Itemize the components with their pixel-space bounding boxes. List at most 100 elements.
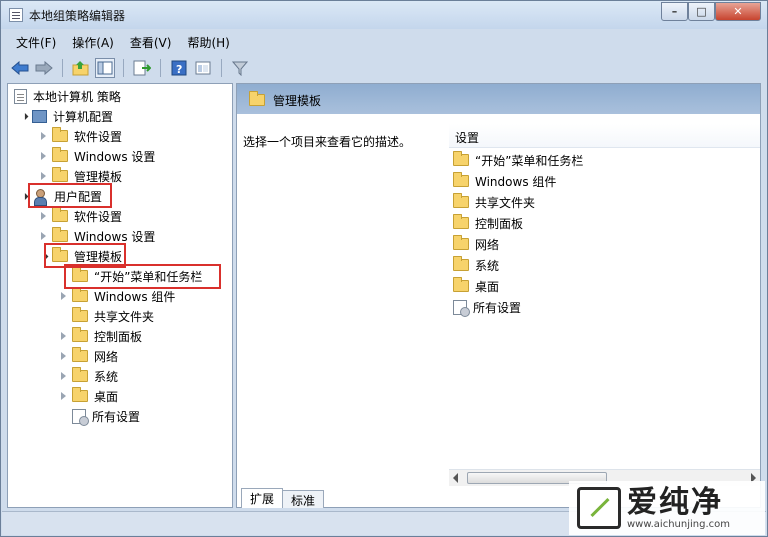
menu-action[interactable]: 操作(A)	[64, 34, 122, 51]
folder-icon	[72, 307, 88, 322]
menu-file[interactable]: 文件(F)	[8, 34, 64, 51]
tree-item-computer-windows-settings[interactable]: Windows 设置	[38, 146, 155, 166]
expand-arrow-icon[interactable]	[58, 331, 68, 341]
toolbar-separator	[160, 59, 161, 77]
description-text: 选择一个项目来查看它的描述。	[243, 135, 412, 149]
tree-item-network[interactable]: 网络	[58, 346, 118, 366]
folder-icon	[52, 227, 68, 242]
tree-item-user-software-settings[interactable]: 软件设置	[38, 206, 122, 226]
window-controls: – □ ✕	[661, 2, 761, 22]
tree-item-control-panel[interactable]: 控制面板	[58, 326, 142, 346]
forward-arrow-icon[interactable]	[34, 58, 54, 78]
close-button[interactable]: ✕	[715, 2, 761, 21]
tree-item-computer-software-settings[interactable]: 软件设置	[38, 126, 122, 146]
folder-icon	[52, 127, 68, 142]
list-item-label: “开始”菜单和任务栏	[475, 153, 584, 168]
folder-icon	[453, 193, 469, 208]
gpedit-app-icon	[9, 8, 23, 22]
title-bar[interactable]: 本地组策略编辑器 – □ ✕	[1, 1, 767, 29]
folder-icon	[453, 235, 469, 250]
menu-view[interactable]: 查看(V)	[122, 34, 180, 51]
maximize-button[interactable]: □	[688, 2, 715, 21]
tree-item-windows-components[interactable]: Windows 组件	[58, 286, 175, 306]
folder-icon	[453, 277, 469, 292]
tree-item-label: 系统	[94, 369, 119, 384]
svg-text:?: ?	[176, 63, 182, 76]
show-extended-view-icon[interactable]	[193, 58, 213, 78]
folder-icon	[52, 207, 68, 222]
scroll-left-icon[interactable]	[453, 473, 458, 483]
folder-icon	[453, 256, 469, 271]
column-header-settings[interactable]: 设置	[449, 124, 760, 148]
folder-icon	[52, 167, 68, 182]
watermark: 爱纯净 www.aichunjing.com	[569, 481, 765, 535]
tree-item-shared-folders[interactable]: 共享文件夹	[58, 306, 154, 326]
up-folder-icon[interactable]	[71, 58, 91, 78]
help-icon[interactable]: ?	[169, 58, 189, 78]
folder-icon	[72, 387, 88, 402]
list-item-start-menu-taskbar[interactable]: “开始”菜单和任务栏	[453, 150, 583, 170]
folder-icon	[453, 172, 469, 187]
tree-item-desktop[interactable]: 桌面	[58, 386, 118, 406]
expand-arrow-icon[interactable]	[58, 291, 68, 301]
details-header: 管理模板	[237, 84, 760, 114]
tree-item-label: 软件设置	[74, 129, 123, 144]
expand-arrow-icon[interactable]	[58, 391, 68, 401]
list-item-label: 共享文件夹	[475, 195, 536, 210]
filter-icon[interactable]	[230, 58, 250, 78]
tab-extended[interactable]: 扩展	[241, 488, 284, 508]
computer-icon	[32, 109, 47, 123]
tree-item-label: Windows 设置	[74, 149, 156, 164]
expand-arrow-icon[interactable]	[38, 131, 48, 141]
tree-item-all-settings[interactable]: 所有设置	[58, 406, 140, 426]
view-tabs: 扩展 标准	[241, 488, 325, 508]
menu-help[interactable]: 帮助(H)	[179, 34, 237, 51]
tree-item-computer-config[interactable]: 计算机配置	[18, 106, 113, 126]
folder-icon	[72, 367, 88, 382]
tree-item-label: 计算机配置	[53, 109, 114, 124]
list-item-control-panel[interactable]: 控制面板	[453, 213, 523, 233]
list-item-shared-folders[interactable]: 共享文件夹	[453, 192, 535, 212]
tab-standard[interactable]: 标准	[282, 490, 325, 508]
list-item-desktop[interactable]: 桌面	[453, 276, 499, 296]
list-item-label: 桌面	[475, 279, 500, 294]
minimize-button[interactable]: –	[661, 2, 688, 21]
back-arrow-icon[interactable]	[10, 58, 30, 78]
folder-icon	[72, 327, 88, 342]
tree-pane[interactable]: 本地计算机 策略 计算机配置 软件设置 Windows 设置 管理模板 用户配置	[7, 83, 233, 508]
export-list-icon[interactable]	[132, 58, 152, 78]
list-item-label: 系统	[475, 258, 500, 273]
collapse-arrow-icon[interactable]	[18, 111, 28, 121]
expand-arrow-icon[interactable]	[38, 211, 48, 221]
tree-item-label: 所有设置	[92, 409, 141, 424]
list-item-label: 所有设置	[473, 300, 522, 315]
show-hide-tree-icon[interactable]	[95, 58, 115, 78]
watermark-url: www.aichunjing.com	[627, 518, 730, 530]
toolbar-separator	[62, 59, 63, 77]
tree-item-label: Windows 组件	[94, 289, 176, 304]
tree-item-root[interactable]: 本地计算机 策略	[14, 86, 121, 106]
list-item-network[interactable]: 网络	[453, 234, 499, 254]
list-item-all-settings[interactable]: 所有设置	[453, 297, 521, 317]
highlight-start-menu	[64, 264, 221, 289]
list-item-label: Windows 组件	[475, 174, 557, 189]
watermark-brand: 爱纯净	[627, 484, 723, 520]
tree-item-label: 共享文件夹	[94, 309, 155, 324]
toolbar-separator	[123, 59, 124, 77]
watermark-logo-icon	[577, 487, 621, 529]
list-item-label: 网络	[475, 237, 500, 252]
folder-icon	[249, 91, 265, 106]
tree-item-label: 本地计算机 策略	[33, 89, 121, 104]
expand-arrow-icon[interactable]	[38, 171, 48, 181]
list-item-system[interactable]: 系统	[453, 255, 499, 275]
expand-arrow-icon[interactable]	[58, 371, 68, 381]
expand-arrow-icon[interactable]	[58, 351, 68, 361]
tree-item-label: 桌面	[94, 389, 119, 404]
tree-item-system[interactable]: 系统	[58, 366, 118, 386]
expand-arrow-icon[interactable]	[38, 231, 48, 241]
collapse-arrow-icon[interactable]	[18, 191, 28, 201]
tree-item-label: 控制面板	[94, 329, 143, 344]
details-pane: 管理模板 选择一个项目来查看它的描述。 设置 “开始”菜单和任务栏 Window…	[236, 83, 761, 508]
expand-arrow-icon[interactable]	[38, 151, 48, 161]
list-item-windows-components[interactable]: Windows 组件	[453, 171, 556, 191]
